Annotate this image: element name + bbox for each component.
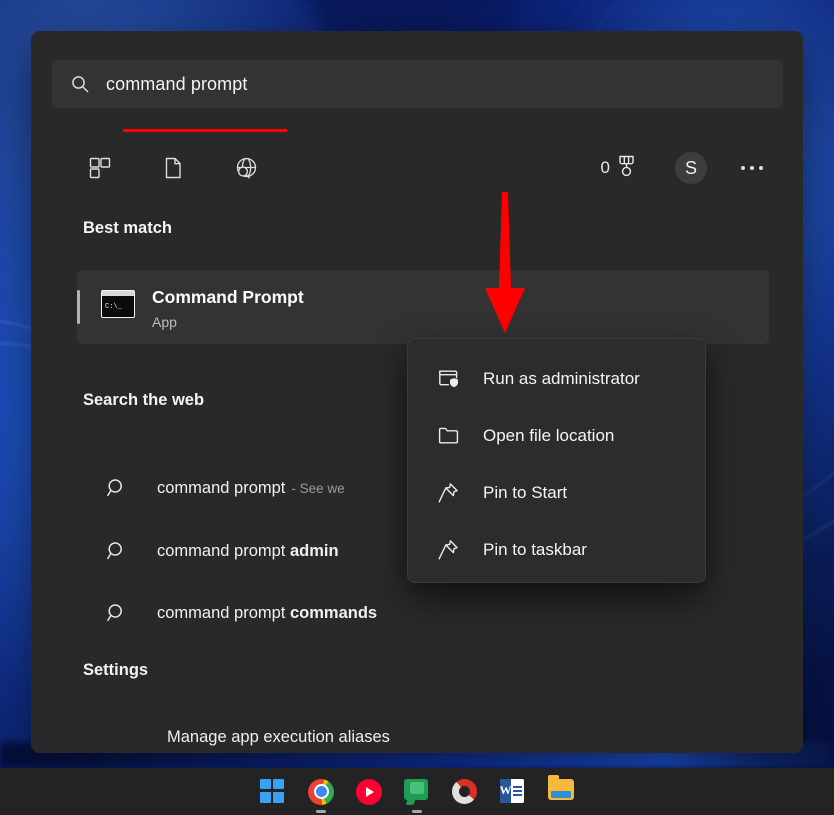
avatar[interactable]: S	[675, 152, 707, 184]
youtube-music-button[interactable]	[356, 779, 382, 805]
shield-window-icon	[436, 367, 460, 391]
selection-indicator	[77, 290, 80, 324]
best-match-title: Command Prompt	[152, 287, 304, 308]
search-icon	[106, 540, 128, 562]
word-letter: W	[500, 779, 511, 803]
search-icon	[70, 74, 90, 94]
youtube-music-icon	[356, 779, 382, 805]
taskbar: W	[0, 768, 834, 815]
dot	[759, 166, 763, 170]
context-menu-item-label: Run as administrator	[483, 369, 640, 389]
taskbar-icon-group: W	[0, 768, 834, 815]
search-icon	[106, 477, 128, 499]
search-toolbar: 0 S	[31, 132, 803, 204]
red-arrow-annotation	[478, 192, 532, 342]
document-icon[interactable]	[156, 151, 190, 185]
dot	[741, 166, 745, 170]
folder-icon	[548, 779, 574, 800]
avatar-initial: S	[685, 158, 697, 179]
context-menu: Run as administrator Open file location …	[407, 338, 706, 583]
toolbar-right-group: 0 S	[601, 152, 763, 184]
best-match-subtitle: App	[152, 314, 177, 330]
search-icon	[106, 602, 128, 624]
context-menu-item-label: Open file location	[483, 426, 614, 446]
folder-icon	[436, 424, 460, 448]
file-explorer-button[interactable]	[548, 779, 574, 805]
active-indicator	[316, 810, 326, 813]
start-button[interactable]	[260, 779, 286, 805]
web-result-label: command prompt commands	[157, 604, 377, 623]
web-result-label: command prompt admin	[157, 542, 339, 561]
apps-grid-icon[interactable]	[83, 151, 117, 185]
section-header-best-match: Best match	[83, 219, 172, 238]
spiral-app-icon	[452, 779, 477, 804]
context-menu-item-pin-to-start[interactable]: Pin to Start	[408, 464, 705, 521]
chrome-icon	[308, 779, 334, 805]
chat-button[interactable]	[404, 779, 430, 805]
pin-icon	[436, 481, 460, 505]
context-menu-item-pin-to-taskbar[interactable]: Pin to taskbar	[408, 521, 705, 578]
chat-icon	[404, 779, 428, 800]
spiral-app-button[interactable]	[452, 779, 478, 805]
chrome-button[interactable]	[308, 779, 334, 805]
search-query-text: command prompt	[106, 74, 247, 95]
windows-search-panel: command prompt	[31, 31, 803, 753]
pin-icon	[436, 538, 460, 562]
word-button[interactable]: W	[500, 779, 526, 805]
search-input[interactable]: command prompt	[52, 60, 783, 108]
context-menu-item-run-as-administrator[interactable]: Run as administrator	[408, 350, 705, 407]
dot	[750, 166, 754, 170]
command-prompt-icon-text: C:\_	[105, 303, 122, 311]
windows-logo-icon	[260, 779, 284, 803]
web-result-row[interactable]: command prompt commands	[77, 590, 769, 636]
settings-result-row[interactable]: Manage app execution aliases	[77, 716, 769, 758]
context-menu-item-label: Pin to taskbar	[483, 540, 587, 560]
rewards-badge[interactable]: 0	[601, 153, 639, 184]
settings-result-label: Manage app execution aliases	[167, 728, 390, 747]
active-indicator	[412, 810, 422, 813]
section-header-settings: Settings	[83, 661, 148, 680]
word-icon: W	[500, 779, 524, 803]
globe-search-icon[interactable]	[229, 151, 263, 185]
best-match-result-row[interactable]: C:\_ Command Prompt App	[77, 270, 769, 344]
context-menu-item-label: Pin to Start	[483, 483, 567, 503]
web-result-label: command prompt- See we	[157, 479, 345, 498]
context-menu-item-open-file-location[interactable]: Open file location	[408, 407, 705, 464]
section-header-search-the-web: Search the web	[83, 391, 204, 410]
more-options-icon[interactable]	[741, 166, 763, 170]
command-prompt-icon: C:\_	[101, 290, 135, 318]
medal-icon	[614, 153, 639, 184]
rewards-count: 0	[601, 158, 610, 178]
